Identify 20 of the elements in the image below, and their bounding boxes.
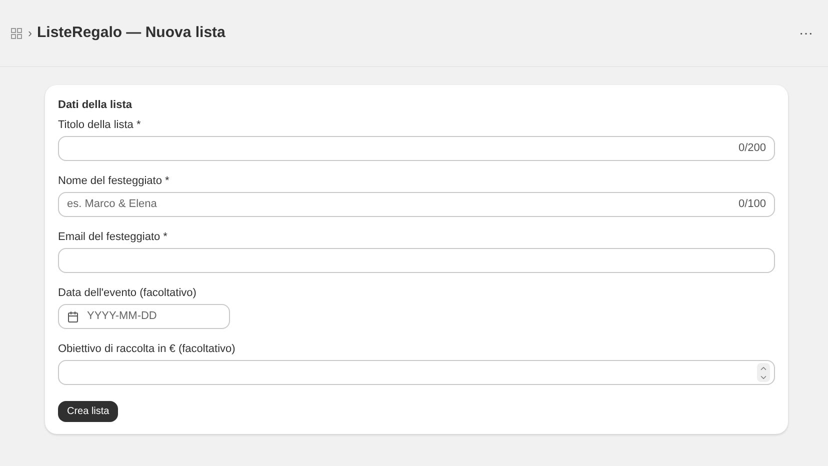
more-menu-button[interactable]: ⋯ [795, 22, 817, 44]
text-input[interactable]: es. Marco & Elena [67, 196, 738, 213]
date-field[interactable]: YYYY-MM-DD [58, 304, 230, 329]
date-input[interactable]: YYYY-MM-DD [87, 308, 221, 325]
page-title: ListeRegalo — Nuova lista [37, 22, 226, 43]
text-field[interactable]: 0/200 [58, 136, 775, 161]
field-label: Nome del festeggiato * [58, 174, 170, 188]
text-field[interactable]: es. Marco & Elena 0/100 [58, 192, 775, 217]
field-label: Titolo della lista * [58, 118, 142, 132]
calendar-icon [67, 310, 79, 322]
field-label: Obiettivo di raccolta in € (facoltativo) [58, 342, 236, 356]
field-label: Data dell'evento (facoltativo) [58, 286, 198, 300]
stepper-icon[interactable] [757, 363, 770, 382]
create-list-button[interactable]: Crea lista [58, 401, 118, 422]
field-label: Email del festeggiato * [58, 230, 168, 244]
character-counter: 0/200 [738, 141, 766, 156]
breadcrumb-separator: › [28, 25, 32, 42]
character-counter: 0/100 [738, 197, 766, 212]
app-icon [11, 28, 22, 38]
card-heading: Dati della lista [58, 98, 133, 112]
